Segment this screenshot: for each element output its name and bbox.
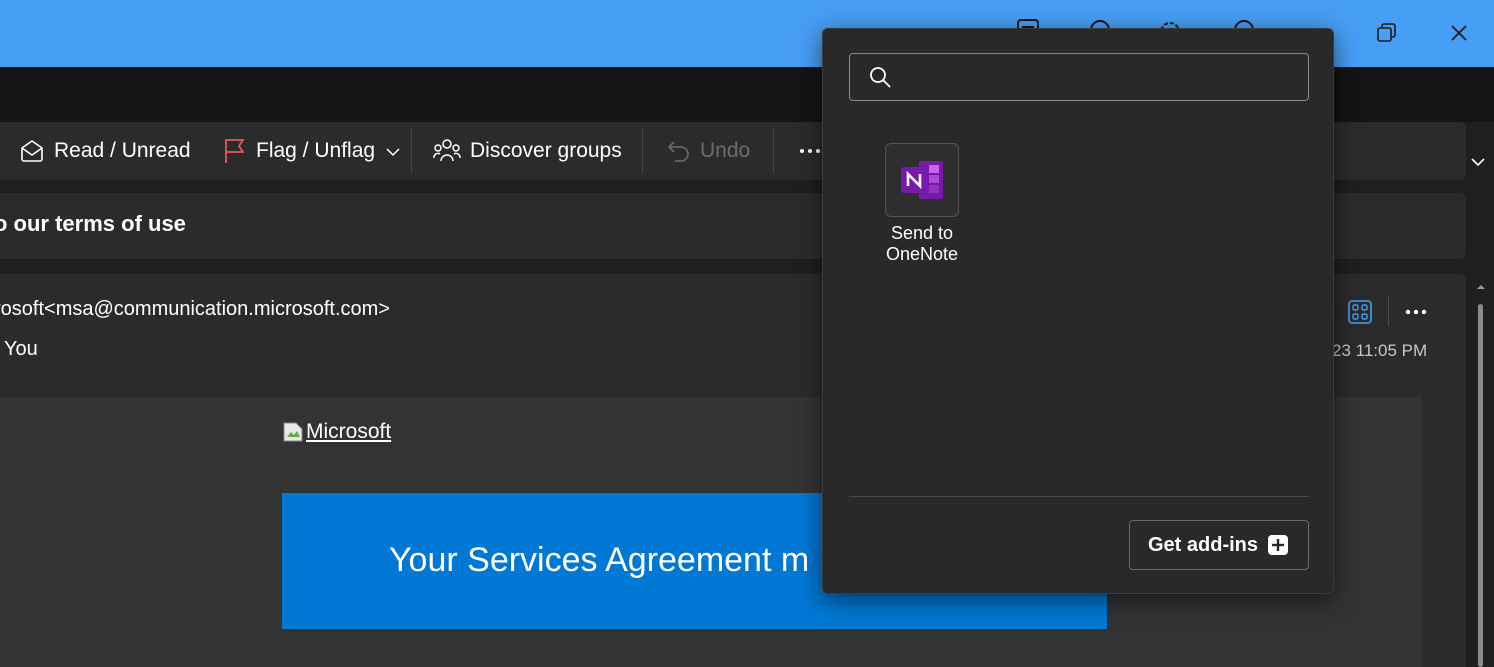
microsoft-logo-link[interactable]: Microsoft <box>282 420 391 444</box>
addin-label-line2: OneNote <box>885 244 959 264</box>
expand-ribbon-icon[interactable] <box>1466 150 1490 174</box>
ribbon-divider <box>773 128 774 174</box>
close-icon[interactable] <box>1446 20 1472 46</box>
undo-button[interactable]: Undo <box>666 122 750 180</box>
undo-icon <box>667 141 689 162</box>
flag-unflag-label: Flag / Unflag <box>256 139 376 162</box>
apps-icon[interactable] <box>1346 298 1374 326</box>
get-addins-button[interactable]: Get add-ins <box>1129 520 1309 570</box>
addin-label-line1: Send to <box>890 223 954 243</box>
popup-divider <box>849 496 1309 497</box>
read-unread-label: Read / Unread <box>54 139 191 162</box>
restore-window-icon[interactable] <box>1374 20 1400 46</box>
read-unread-button[interactable]: Read / Unread <box>18 122 191 180</box>
scroll-up-icon[interactable] <box>1476 282 1486 292</box>
subject-text: o our terms of use <box>0 211 186 236</box>
more-actions-icon[interactable] <box>1402 298 1430 326</box>
add-square-icon <box>1268 535 1288 555</box>
ribbon-divider <box>642 128 643 174</box>
more-options-icon[interactable] <box>798 141 822 161</box>
addins-search-box[interactable] <box>849 53 1309 101</box>
flag-unflag-button[interactable]: Flag / Unflag <box>222 122 375 180</box>
flag-icon <box>225 139 245 163</box>
search-icon <box>870 67 891 88</box>
discover-groups-button[interactable]: Discover groups <box>432 122 622 180</box>
undo-label: Undo <box>700 139 751 162</box>
people-group-icon <box>433 139 461 162</box>
get-addins-label: Get add-ins <box>1147 533 1258 556</box>
header-divider <box>1388 296 1389 326</box>
ribbon-divider <box>411 128 412 174</box>
addins-popup: Send to OneNote Get add-ins <box>822 28 1334 594</box>
envelope-open-icon <box>21 140 43 162</box>
onenote-icon <box>885 143 959 217</box>
recipient[interactable]: You <box>4 338 38 361</box>
broken-image-icon <box>283 422 303 442</box>
microsoft-link-text: Microsoft <box>306 420 392 443</box>
addins-search-input[interactable] <box>892 54 1308 100</box>
chevron-down-icon[interactable] <box>384 143 402 161</box>
popup-pointer <box>1334 300 1344 324</box>
addin-send-to-onenote[interactable]: Send to OneNote <box>877 143 967 265</box>
scrollbar-thumb[interactable] <box>1478 304 1483 667</box>
addin-label: Send to OneNote <box>877 223 967 265</box>
discover-groups-label: Discover groups <box>470 139 622 162</box>
sender-address[interactable]: rosoft<msa@communication.microsoft.com> <box>0 298 390 321</box>
message-date: 23 11:05 PM <box>1332 341 1428 360</box>
banner-text: Your Services Agreement m <box>389 541 810 579</box>
